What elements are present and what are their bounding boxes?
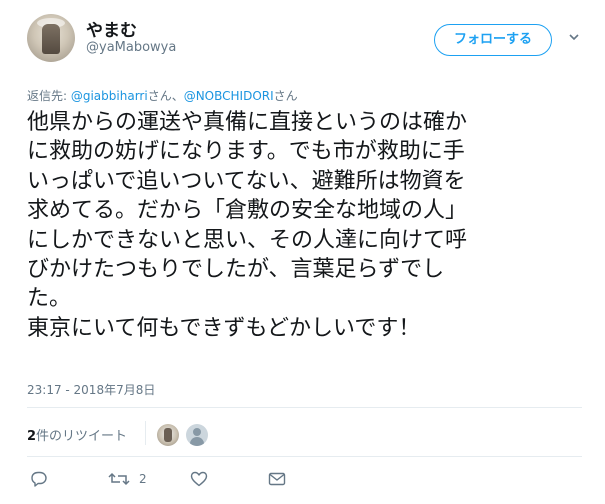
- envelope-icon: [268, 472, 286, 486]
- divider: [27, 407, 582, 408]
- tweet-text: 他県からの運送や真備に直接というのは確か に救助の妨げになります。でも市が救助に…: [27, 108, 587, 343]
- retweeter-avatar-default[interactable]: [186, 424, 208, 446]
- tweet-text-line: 求めてる。だから「倉敷の安全な地域の人」: [27, 198, 468, 224]
- tweet-text-line: にしかできないと思い、その人達に向けて呼: [27, 227, 468, 253]
- chevron-down-icon[interactable]: [569, 32, 579, 42]
- retweeter-avatar-figure: [164, 428, 172, 442]
- tweet-text-line: 東京にいて何もできずもどかしいです！: [27, 315, 421, 341]
- tweet-text-line: た。: [27, 286, 72, 312]
- tweet-timestamp[interactable]: 23:17 - 2018年7月8日: [27, 381, 155, 398]
- retweet-stat-count: 2: [27, 429, 37, 444]
- default-avatar-head: [193, 428, 201, 436]
- retweeter-avatar[interactable]: [157, 424, 179, 446]
- retweet-button[interactable]: 2: [108, 469, 147, 489]
- reply-to-line: 返信先: @giabbiharriさん、@NOBCHIDORIさん: [27, 87, 298, 104]
- author-handle[interactable]: @yaMabowya: [86, 40, 176, 55]
- tweet-text-line: いっぱいで追いついてない、避難所は物資を: [27, 168, 466, 194]
- heart-icon: [190, 471, 208, 487]
- direct-message-button[interactable]: [268, 469, 286, 489]
- retweet-stat-label: 件のリツイート: [36, 429, 128, 444]
- default-avatar-body: [190, 437, 204, 446]
- reply-button[interactable]: [30, 469, 48, 489]
- author-avatar[interactable]: [27, 14, 75, 62]
- retweet-stats[interactable]: 2件のリツイート: [27, 425, 127, 444]
- stat-divider: [145, 421, 146, 445]
- divider: [27, 456, 582, 457]
- retweet-count: 2: [139, 472, 147, 486]
- reply-to-prefix: 返信先:: [27, 89, 71, 103]
- reply-to-separator: さん、: [147, 89, 184, 103]
- avatar-figure: [42, 24, 60, 54]
- tweet-text-line: びかけたつもりでしたが、言葉足らずでし: [27, 257, 445, 283]
- follow-button[interactable]: フォローする: [434, 24, 552, 56]
- retweet-icon: [108, 471, 130, 487]
- tweet-text-line: 他県からの運送や真備に直接というのは確か: [27, 110, 468, 135]
- mention-link-1[interactable]: @giabbiharri: [71, 89, 148, 103]
- author-display-name[interactable]: やまむ: [86, 16, 137, 41]
- like-button[interactable]: [190, 469, 208, 489]
- tweet-text-line: に救助の妨げになります。でも市が救助に手: [27, 139, 465, 165]
- reply-icon: [30, 471, 48, 487]
- mention-link-2[interactable]: @NOBCHIDORI: [184, 89, 274, 103]
- reply-to-suffix: さん: [273, 89, 298, 103]
